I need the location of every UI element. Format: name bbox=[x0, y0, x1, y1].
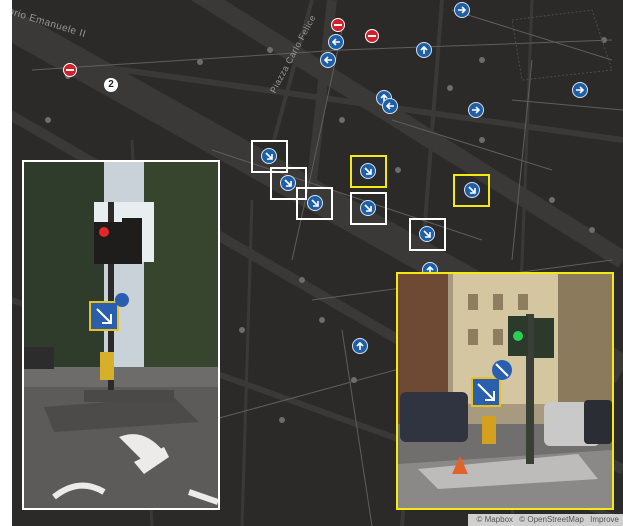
attribution-mapbox[interactable]: © Mapbox bbox=[476, 515, 513, 524]
arrow-up-icon[interactable] bbox=[416, 42, 432, 58]
arrow-down-right-icon[interactable] bbox=[360, 163, 376, 179]
arrow-left-icon[interactable] bbox=[328, 34, 344, 50]
no-entry-icon[interactable] bbox=[365, 29, 379, 43]
arrow-left-icon[interactable] bbox=[382, 98, 398, 114]
arrow-down-right-icon[interactable] bbox=[419, 226, 435, 242]
street-photo-right-image bbox=[398, 274, 612, 508]
arrow-down-right-icon[interactable] bbox=[280, 175, 296, 191]
map-viewer: orio Emanuele II Piazza Carlo Felice 2 ©… bbox=[0, 0, 623, 526]
no-entry-icon[interactable] bbox=[331, 18, 345, 32]
attribution-osm[interactable]: © OpenStreetMap bbox=[519, 515, 584, 524]
street-photo-left-image bbox=[24, 162, 218, 508]
arrow-down-right-icon[interactable] bbox=[360, 200, 376, 216]
arrow-down-right-icon[interactable] bbox=[261, 148, 277, 164]
cluster-count-badge[interactable]: 2 bbox=[104, 78, 118, 92]
arrow-down-right-icon[interactable] bbox=[464, 182, 480, 198]
no-entry-icon[interactable] bbox=[63, 63, 77, 77]
arrow-right-icon[interactable] bbox=[572, 82, 588, 98]
arrow-right-icon[interactable] bbox=[468, 102, 484, 118]
map-attribution: © Mapbox © OpenStreetMap Improve bbox=[468, 514, 623, 526]
arrow-right-icon[interactable] bbox=[454, 2, 470, 18]
arrow-left-icon[interactable] bbox=[320, 52, 336, 68]
attribution-improve[interactable]: Improve bbox=[590, 515, 619, 524]
arrow-down-right-icon[interactable] bbox=[307, 195, 323, 211]
left-edge bbox=[0, 0, 12, 526]
street-photo-right[interactable] bbox=[396, 272, 614, 510]
street-photo-left[interactable] bbox=[22, 160, 220, 510]
arrow-up-icon[interactable] bbox=[352, 338, 368, 354]
